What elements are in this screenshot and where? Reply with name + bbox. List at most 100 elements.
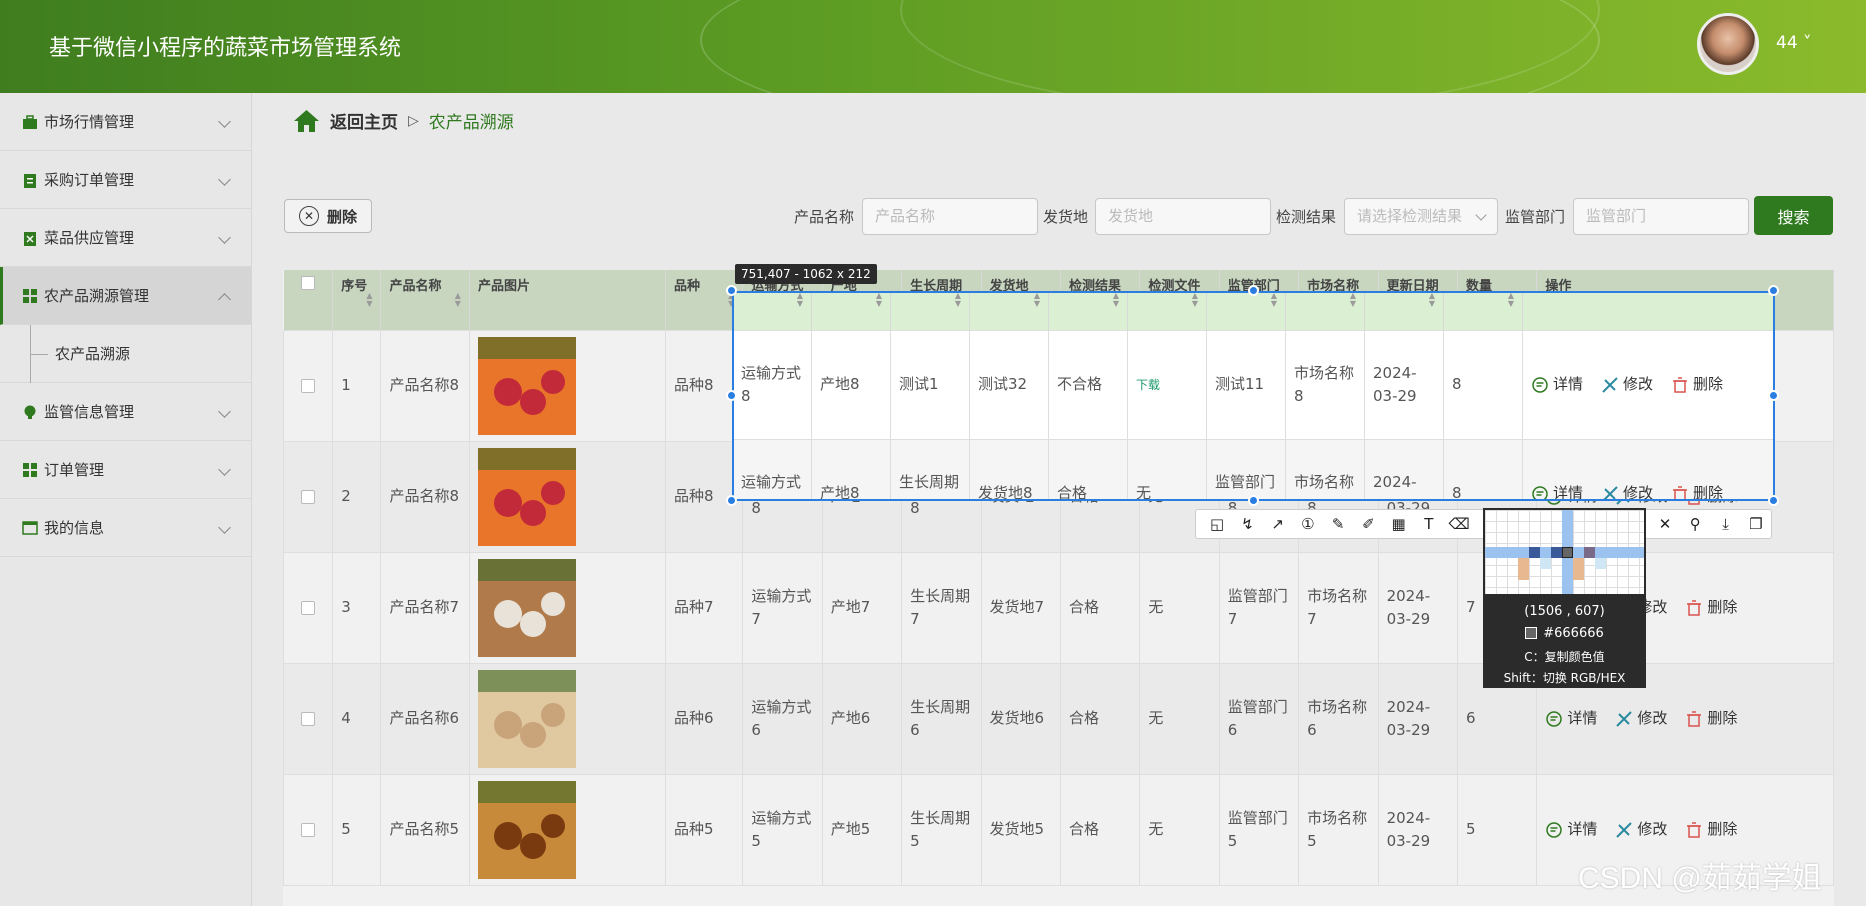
column-header[interactable]: 序号 ▲ ▼ <box>332 270 382 330</box>
product-image[interactable] <box>477 780 576 879</box>
pin-icon[interactable]: ⚲ <box>1680 510 1710 538</box>
cell-transport: 运输方式7 <box>751 586 812 628</box>
result-select[interactable]: 请选择检测结果 <box>1344 198 1498 235</box>
delete-button[interactable]: 删除 <box>1685 707 1737 730</box>
product-image[interactable] <box>477 336 576 435</box>
magnifier-grid <box>1485 510 1644 594</box>
table-cell: 2024-03-29 <box>1377 551 1458 664</box>
cell-name: 产品名称8 <box>389 487 460 505</box>
table-cell: 市场名称6 <box>1298 662 1379 775</box>
arrow-icon[interactable]: ↗ <box>1263 510 1293 538</box>
sidebar-item-trace[interactable]: 农产品溯源管理 <box>0 267 251 325</box>
resize-handle[interactable] <box>1248 285 1259 296</box>
eraser-icon[interactable]: ⌫ <box>1444 510 1474 538</box>
cell-origin: 产地7 <box>830 598 871 616</box>
column-header[interactable]: 产品图片 <box>469 270 666 330</box>
pen-icon[interactable]: ✎ <box>1323 510 1353 538</box>
edit-button[interactable]: 修改 <box>1615 818 1667 841</box>
highlighter-icon[interactable]: ✐ <box>1353 510 1383 538</box>
copy-hint: C：复制颜色值 <box>1524 650 1605 664</box>
resize-handle[interactable] <box>726 390 737 401</box>
resize-handle[interactable] <box>1768 285 1779 296</box>
sort-icon[interactable]: ▲▼ <box>455 292 461 308</box>
cell-dept: 监管部门7 <box>1227 586 1288 628</box>
row-checkbox[interactable] <box>301 378 316 393</box>
table-cell: 监管部门6 <box>1218 662 1300 775</box>
resize-handle[interactable] <box>726 495 737 506</box>
search-button[interactable]: 搜索 <box>1754 196 1833 235</box>
chevron-down-icon <box>1475 209 1487 221</box>
clipboard-icon <box>24 173 36 188</box>
product-name-input[interactable]: 产品名称 <box>862 198 1038 235</box>
magnified-pixel <box>1518 558 1529 569</box>
avatar[interactable] <box>1697 13 1759 75</box>
product-image[interactable] <box>477 447 576 546</box>
select-all-checkbox[interactable] <box>300 276 315 290</box>
resize-handle[interactable] <box>1248 495 1259 506</box>
bulk-delete-button[interactable]: ✕ 删除 <box>284 199 372 233</box>
shape-icon[interactable]: ◱ <box>1202 510 1232 538</box>
resize-handle[interactable] <box>1768 495 1779 506</box>
bulb-icon <box>24 405 36 419</box>
table-cell: 产品名称8 <box>380 329 470 442</box>
cell-qty: 7 <box>1465 598 1476 616</box>
breadcrumb-home-link[interactable]: 返回主页 <box>330 108 398 133</box>
cell-no: 4 <box>341 709 351 727</box>
row-select-cell <box>283 329 334 442</box>
home-icon[interactable] <box>293 109 320 133</box>
row-checkbox[interactable] <box>301 822 316 837</box>
cell-file[interactable]: 无 <box>1148 820 1163 838</box>
sidebar-item-supply[interactable]: 菜品供应管理 <box>0 209 251 267</box>
row-checkbox[interactable] <box>301 600 316 615</box>
edit-button[interactable]: 修改 <box>1615 707 1667 730</box>
sidebar-item-orders[interactable]: 订单管理 <box>0 441 251 499</box>
sidebar-item-label: 采购订单管理 <box>44 171 135 189</box>
column-header-label: 序号 <box>341 279 368 294</box>
table-cell: 1 <box>332 329 382 442</box>
table-cell: 品种6 <box>664 662 744 775</box>
detail-button[interactable]: 详情 <box>1545 707 1597 730</box>
polyline-icon[interactable]: ↯ <box>1232 510 1262 538</box>
column-header-label: 产品图片 <box>477 279 530 294</box>
color-value-row: #666666 <box>1483 626 1646 641</box>
sidebar-item-market[interactable]: 市场行情管理 <box>0 93 251 151</box>
resize-handle[interactable] <box>1768 390 1779 401</box>
product-image[interactable] <box>477 558 576 657</box>
close-icon[interactable]: ✕ <box>1650 510 1680 538</box>
dept-input[interactable]: 监管部门 <box>1573 198 1749 235</box>
sidebar-item-profile[interactable]: 我的信息 <box>0 499 251 557</box>
download-icon[interactable]: ⤓ <box>1710 510 1740 538</box>
cell-file[interactable]: 无 <box>1148 598 1163 616</box>
briefcase-icon <box>23 114 37 129</box>
shift-hint: Shift：切换 RGB/HEX <box>1503 671 1626 685</box>
table-cell <box>468 329 666 442</box>
bulk-delete-label: 删除 <box>326 207 357 226</box>
product-image[interactable] <box>477 669 576 768</box>
cursor-coordinates: (1506 , 607) <box>1524 604 1605 619</box>
row-checkbox[interactable] <box>301 711 316 726</box>
magnified-pixel <box>1518 569 1529 580</box>
sort-icon[interactable]: ▲▼ <box>366 292 372 308</box>
row-checkbox[interactable] <box>301 489 316 504</box>
sidebar-item-supervision[interactable]: 监管信息管理 <box>0 383 251 441</box>
snip-selection-border[interactable] <box>732 291 1775 501</box>
number-marker-icon[interactable]: ① <box>1293 510 1323 538</box>
cell-name: 产品名称7 <box>389 598 460 616</box>
table-cell <box>468 773 666 886</box>
cell-origin: 产地6 <box>830 709 871 727</box>
resize-handle[interactable] <box>726 285 737 296</box>
delete-button[interactable]: 删除 <box>1685 818 1737 841</box>
text-icon[interactable]: T <box>1414 510 1444 538</box>
mosaic-icon[interactable]: ▦ <box>1384 510 1414 538</box>
sidebar-subitem-trace[interactable]: 农产品溯源 <box>0 325 251 383</box>
sidebar-item-purchase[interactable]: 采购订单管理 <box>0 151 251 209</box>
user-menu[interactable]: 44 ˅ <box>1776 33 1812 53</box>
detail-button[interactable]: 详情 <box>1545 818 1597 841</box>
delete-button[interactable]: 删除 <box>1685 596 1737 619</box>
ship-input[interactable]: 发货地 <box>1095 198 1271 235</box>
chevron-down-icon <box>218 115 231 128</box>
cell-file[interactable]: 无 <box>1148 709 1163 727</box>
table-cell: 产地6 <box>821 662 903 775</box>
column-header[interactable]: 产品名称 ▲ ▼ <box>380 270 470 330</box>
copy-icon[interactable]: ❐ <box>1741 510 1771 538</box>
